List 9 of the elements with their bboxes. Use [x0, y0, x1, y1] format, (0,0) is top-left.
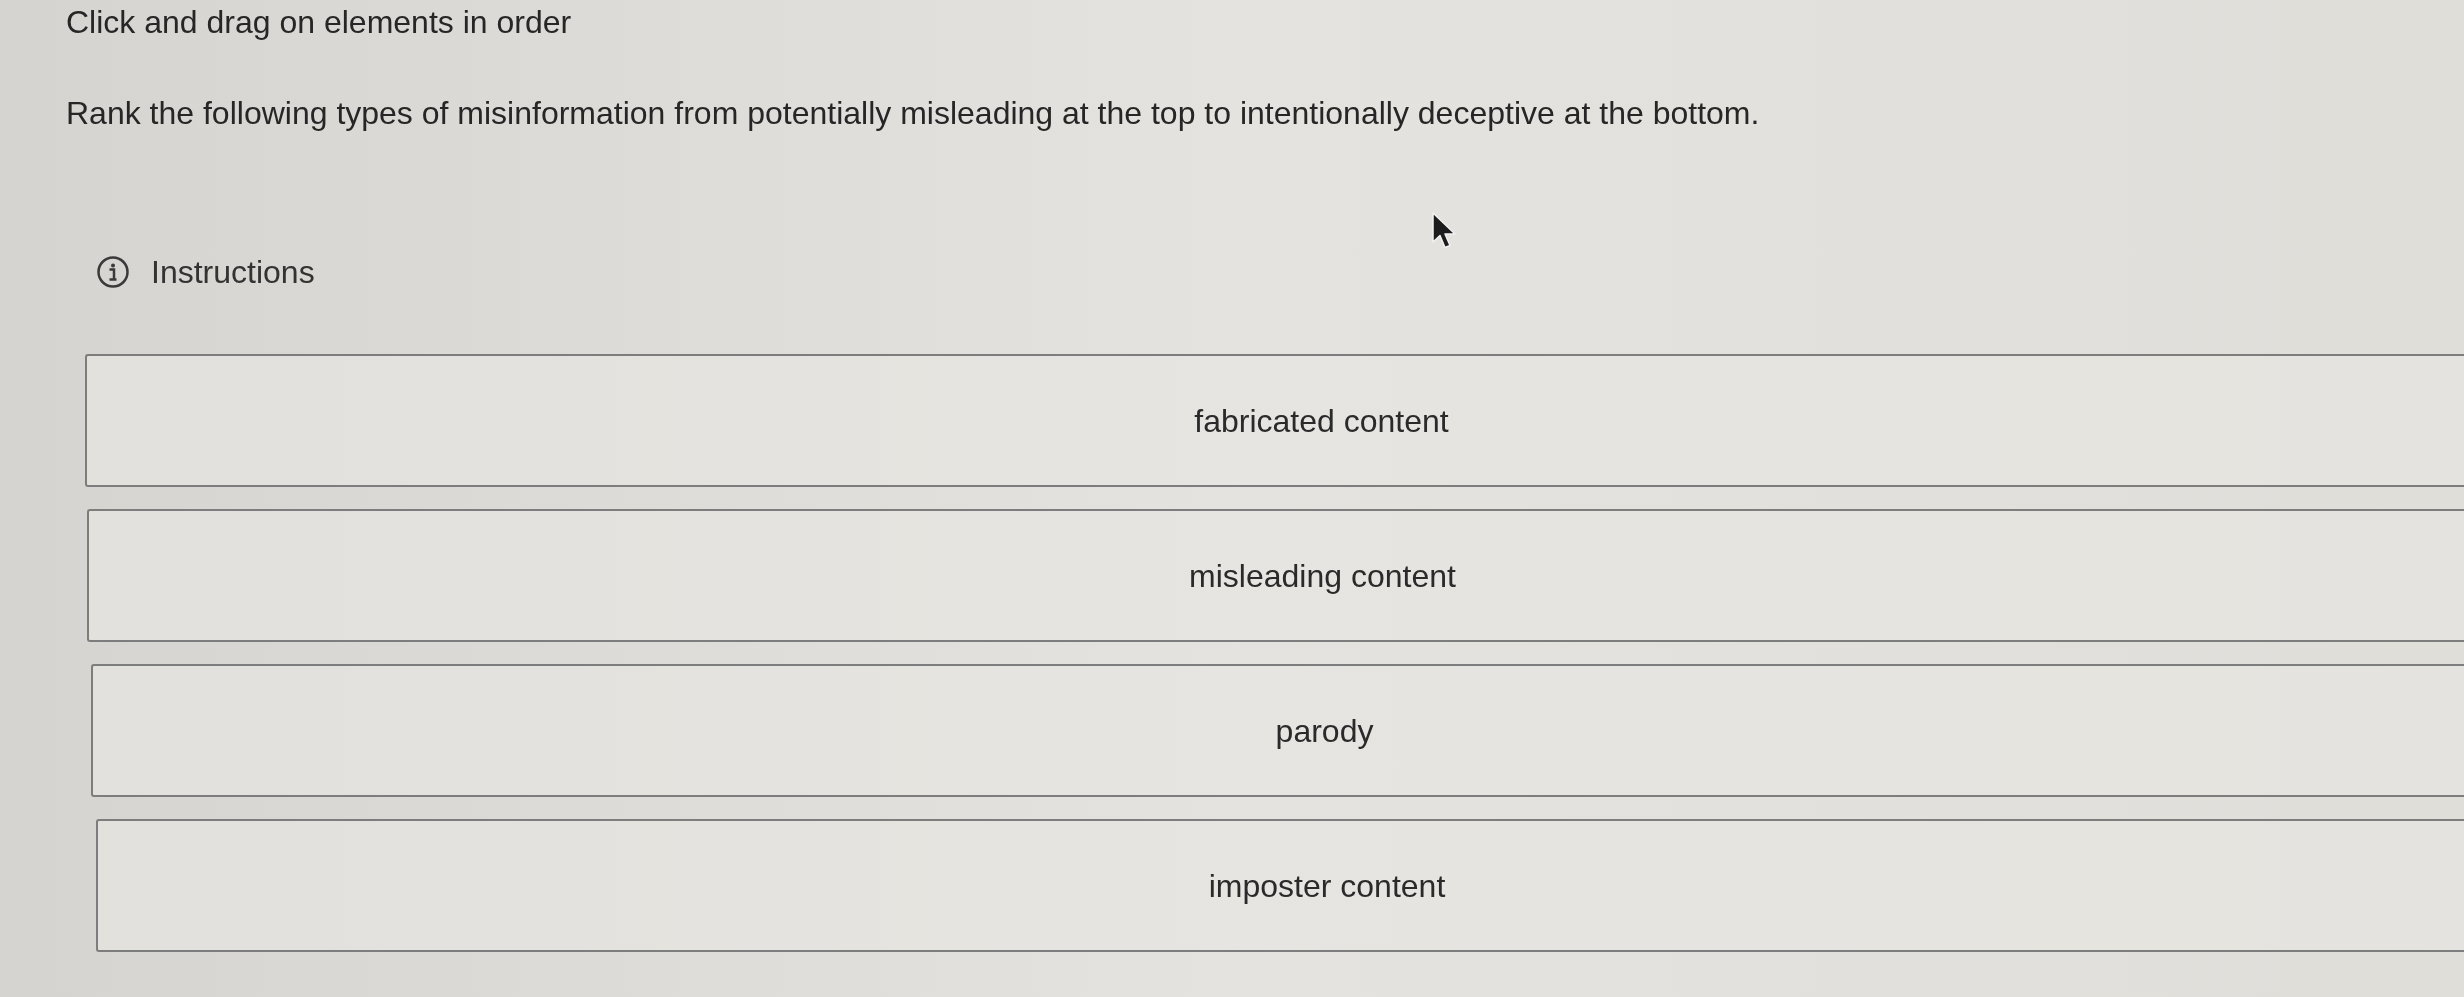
draggable-answer[interactable]: fabricated content	[85, 354, 2464, 487]
pointer-cursor-icon	[1432, 212, 1458, 250]
draggable-answer[interactable]: parody	[91, 664, 2464, 797]
info-icon[interactable]	[97, 256, 129, 288]
instructions-link[interactable]: Instructions	[151, 252, 315, 292]
question-text: Rank the following types of misinformation from potentially misleading at the top to intentionally deceptive at the bottom.	[66, 94, 1760, 133]
draggable-answer[interactable]: imposter content	[96, 819, 2464, 952]
draggable-answer[interactable]: misleading content	[87, 509, 2464, 642]
task-title: Click and drag on elements in order	[66, 3, 572, 42]
